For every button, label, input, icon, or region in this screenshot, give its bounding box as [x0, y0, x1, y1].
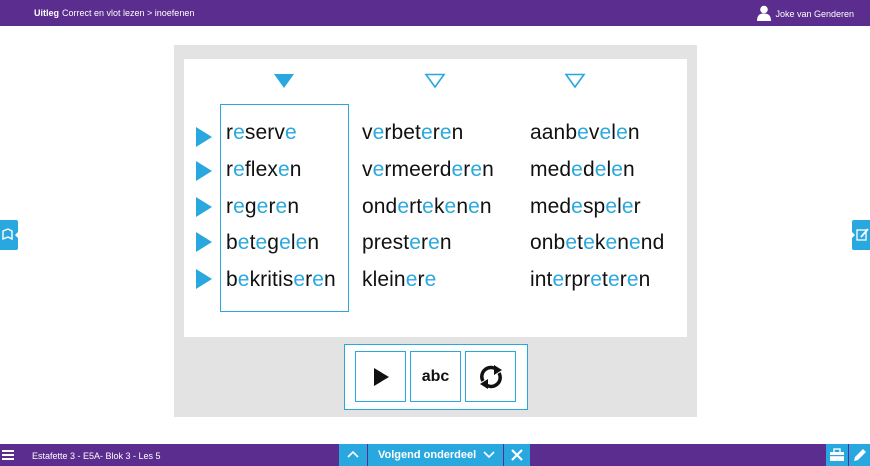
word-col2-row4[interactable]: presteren: [362, 230, 452, 256]
chevron-up-icon: [347, 450, 359, 458]
abc-button[interactable]: abc: [410, 351, 461, 402]
word-col1-row2[interactable]: reflexen: [226, 157, 302, 183]
play-icon: [373, 367, 389, 386]
play-button[interactable]: [355, 351, 406, 402]
previous-part-button[interactable]: [339, 444, 367, 466]
top-bar: Uitleg Correct en vlot lezen > inoefenen…: [0, 0, 870, 26]
column-1-arrow-icon[interactable]: [273, 72, 295, 90]
row-1-play-icon[interactable]: [195, 126, 213, 148]
book-icon: [2, 228, 18, 241]
word-col2-row3[interactable]: ondertekenen: [362, 194, 492, 220]
edit-icon: [852, 228, 869, 241]
abc-label: abc: [421, 367, 450, 385]
pencil-icon: [854, 449, 866, 461]
close-button[interactable]: [504, 444, 530, 466]
user-name: Joke van Genderen: [775, 9, 854, 19]
row-2-play-icon[interactable]: [195, 160, 213, 182]
row-3-play-icon[interactable]: [195, 196, 213, 218]
word-col3-row5[interactable]: interpreteren: [530, 267, 650, 293]
user-icon: [757, 5, 772, 21]
breadcrumb-root[interactable]: Uitleg: [34, 8, 59, 18]
column-2-arrow-icon[interactable]: [424, 72, 446, 90]
word-col2-row2[interactable]: vermeerderen: [362, 157, 494, 183]
close-icon: [511, 449, 523, 461]
bottom-bar: Estafette 3 - E5A- Blok 3 - Les 5 Volgen…: [0, 444, 870, 466]
word-col2-row5[interactable]: kleinere: [362, 267, 436, 293]
word-col2-row1[interactable]: verbeteren: [362, 120, 463, 146]
hamburger-icon: [2, 450, 14, 460]
pen-button[interactable]: [849, 444, 870, 466]
word-col3-row2[interactable]: mededelen: [530, 157, 635, 183]
lesson-title: Estafette 3 - E5A- Blok 3 - Les 5: [32, 451, 161, 461]
breadcrumb-path[interactable]: Correct en vlot lezen > inoefenen: [62, 8, 194, 18]
column-3-arrow-icon[interactable]: [564, 72, 586, 90]
toolbox-button[interactable]: [826, 444, 848, 466]
word-col3-row4[interactable]: onbetekenend: [530, 230, 664, 256]
word-col3-row1[interactable]: aanbevelen: [530, 120, 640, 146]
row-4-play-icon[interactable]: [195, 231, 213, 253]
next-part-button[interactable]: Volgend onderdeel: [368, 444, 503, 466]
word-col1-row4[interactable]: betegelen: [226, 230, 319, 256]
chevron-down-icon: [483, 451, 495, 459]
word-col3-row3[interactable]: medespeler: [530, 194, 641, 220]
word-col1-row1[interactable]: reserve: [226, 120, 297, 146]
refresh-icon: [479, 364, 502, 389]
side-tab-theory[interactable]: [0, 220, 18, 250]
refresh-button[interactable]: [465, 351, 516, 402]
controls-group: abc: [344, 344, 528, 410]
side-tab-exercise[interactable]: [852, 220, 870, 250]
user-menu[interactable]: Joke van Genderen: [757, 5, 854, 21]
row-5-play-icon[interactable]: [195, 268, 213, 290]
word-col1-row3[interactable]: regeren: [226, 194, 299, 220]
menu-button[interactable]: [0, 444, 18, 466]
next-part-label: Volgend onderdeel: [378, 449, 477, 461]
word-col1-row5[interactable]: bekritiseren: [226, 267, 336, 293]
toolbox-icon: [830, 448, 844, 461]
